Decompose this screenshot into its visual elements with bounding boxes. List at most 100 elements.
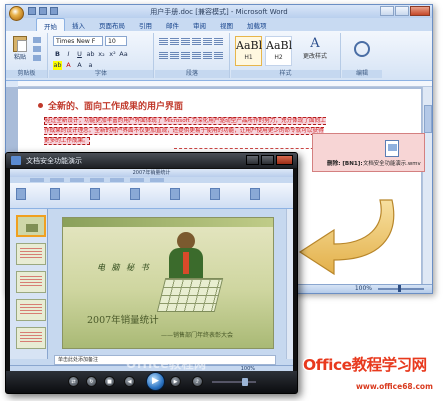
ppt-slide-thumbnails (10, 209, 48, 359)
doc-paragraph-text: 经过全新设计，功能更加丰富的用户界面体现了 Microsoft 为深化用户驱动型… (44, 117, 326, 145)
zoom-slider[interactable] (378, 285, 424, 292)
slide-title: 2007年销量统计 (87, 315, 159, 326)
font-name-select[interactable]: Times New F (53, 36, 103, 46)
superscript-icon[interactable]: x² (108, 50, 117, 59)
close-button[interactable] (410, 6, 430, 16)
play-button[interactable]: ▶ (146, 372, 165, 391)
style-h1[interactable]: AaBl H1 (235, 36, 262, 66)
copy-icon[interactable] (33, 46, 41, 52)
ppt-tab (70, 178, 84, 182)
clear-format-icon[interactable]: Aa (119, 50, 128, 59)
word-title-bar: 用户手册.doc [兼容模式] - Microsoft Word (6, 5, 432, 21)
stop-icon[interactable]: ■ (104, 376, 115, 387)
sort-icon[interactable] (214, 38, 223, 46)
style-h2[interactable]: AaBl H2 (265, 36, 292, 66)
tab-references[interactable]: 引用 (132, 18, 159, 31)
comment-author: 删除: [BN1]: (327, 161, 363, 167)
italic-icon[interactable]: I (64, 50, 73, 59)
tab-review[interactable]: 审阅 (186, 18, 213, 31)
site-url: www.office68.com (356, 382, 433, 391)
tab-add-ins[interactable]: 加载项 (240, 18, 274, 31)
underline-icon[interactable]: U (75, 50, 84, 59)
slide-thumbnail (16, 271, 46, 293)
word-zoom-level: 100% (354, 285, 372, 292)
paragraph-group-label: 段落 (155, 70, 229, 78)
align-row (159, 52, 223, 60)
mute-icon[interactable]: ♪ (192, 376, 203, 387)
ppt-paragraph-icon (130, 188, 140, 200)
next-icon[interactable]: ▶ (170, 376, 181, 387)
video-watermark: Office教程网 (126, 357, 207, 371)
tab-home[interactable]: 开始 (36, 18, 65, 31)
numbering-icon[interactable] (170, 38, 179, 46)
editing-group-label: 编辑 (342, 70, 382, 78)
font-size-select[interactable]: 10 (105, 36, 127, 46)
video-file-icon[interactable] (385, 140, 399, 157)
video-player-window: 文档安全功能演示 2007年销量统计 电 脑 秘 书 2007年销量统计 ——销… (5, 152, 298, 394)
bullet-icon (38, 103, 43, 108)
ribbon-tabs: 开始 插入 页面布局 引用 邮件 审阅 视图 加载项 (6, 18, 432, 31)
site-logo-text: Office教程学习网 (303, 356, 427, 374)
justify-icon[interactable] (192, 52, 201, 60)
align-center-icon[interactable] (170, 52, 179, 60)
vertical-scrollbar[interactable] (422, 87, 432, 293)
tab-view[interactable]: 视图 (213, 18, 240, 31)
minimize-button[interactable] (380, 6, 394, 16)
format-painter-icon[interactable] (33, 55, 41, 61)
previous-icon[interactable]: ◀ (124, 376, 135, 387)
highlight-icon[interactable]: ab (53, 61, 62, 70)
bullets-icon[interactable] (159, 38, 168, 46)
video-screen[interactable]: 2007年销量统计 电 脑 秘 书 2007年销量统计 ——销售部门年终表彰大会… (10, 169, 293, 373)
ppt-tab (110, 178, 124, 182)
slide-thumbnail (16, 327, 46, 349)
ppt-tab (50, 178, 64, 182)
ppt-title-bar: 2007年销量统计 (10, 169, 293, 177)
ppt-font-icon (90, 188, 100, 200)
shading-icon[interactable] (214, 52, 223, 60)
font-group: Times New F 10 B I U ab x₂ x² Aa ab A A … (49, 33, 154, 78)
shuffle-icon[interactable]: ⇄ (68, 376, 79, 387)
ppt-tab (150, 178, 164, 182)
style-h1-sample: AaBl (236, 39, 263, 52)
tab-mailings[interactable]: 邮件 (159, 18, 186, 31)
ppt-tab (30, 178, 44, 182)
find-icon[interactable] (354, 41, 370, 57)
slide-thumbnail (16, 215, 46, 237)
paste-button[interactable]: 粘贴 (10, 36, 30, 61)
office-button[interactable] (9, 6, 24, 21)
slide-slogan: 电 脑 秘 书 (97, 263, 151, 272)
subscript-icon[interactable]: x₂ (97, 50, 106, 59)
decrease-indent-icon[interactable] (192, 38, 201, 46)
comment-balloon[interactable]: 删除: [BN1]: 文档安全功能演示.wmv (312, 133, 425, 172)
slide-top-band (63, 218, 273, 227)
shrink-font-icon[interactable]: a (86, 61, 95, 70)
curved-arrow-icon (298, 199, 395, 276)
tab-page-layout[interactable]: 页面布局 (92, 18, 132, 31)
repeat-icon[interactable]: ↻ (86, 376, 97, 387)
change-styles-button[interactable]: A 更改样式 (303, 36, 327, 60)
strikethrough-icon[interactable]: ab (86, 50, 95, 59)
bold-icon[interactable]: B (53, 50, 62, 59)
cut-icon[interactable] (33, 37, 41, 43)
font-color-icon[interactable]: A (64, 61, 73, 70)
increase-indent-icon[interactable] (203, 38, 212, 46)
ppt-tab (130, 178, 144, 182)
ppt-new-slide-icon (50, 188, 60, 200)
align-right-icon[interactable] (181, 52, 190, 60)
align-left-icon[interactable] (159, 52, 168, 60)
video-maximize-button[interactable] (261, 155, 274, 165)
video-minimize-button[interactable] (246, 155, 259, 165)
style-h1-label: H1 (244, 54, 253, 61)
slide-subtitle: ——销售部门年终表彰大会 (161, 332, 234, 339)
tab-insert[interactable]: 插入 (65, 18, 92, 31)
multilevel-list-icon[interactable] (181, 38, 190, 46)
maximize-button[interactable] (395, 6, 409, 16)
paragraph-group: 段落 (155, 33, 230, 78)
line-spacing-icon[interactable] (203, 52, 212, 60)
video-close-button[interactable] (276, 155, 293, 165)
scroll-thumb[interactable] (424, 105, 432, 133)
ribbon: 粘贴 剪贴板 Times New F 10 B I U ab x₂ x² Aa (6, 31, 432, 81)
grow-font-icon[interactable]: A (75, 61, 84, 70)
paste-label: 粘贴 (13, 54, 26, 61)
volume-slider[interactable] (212, 378, 256, 386)
